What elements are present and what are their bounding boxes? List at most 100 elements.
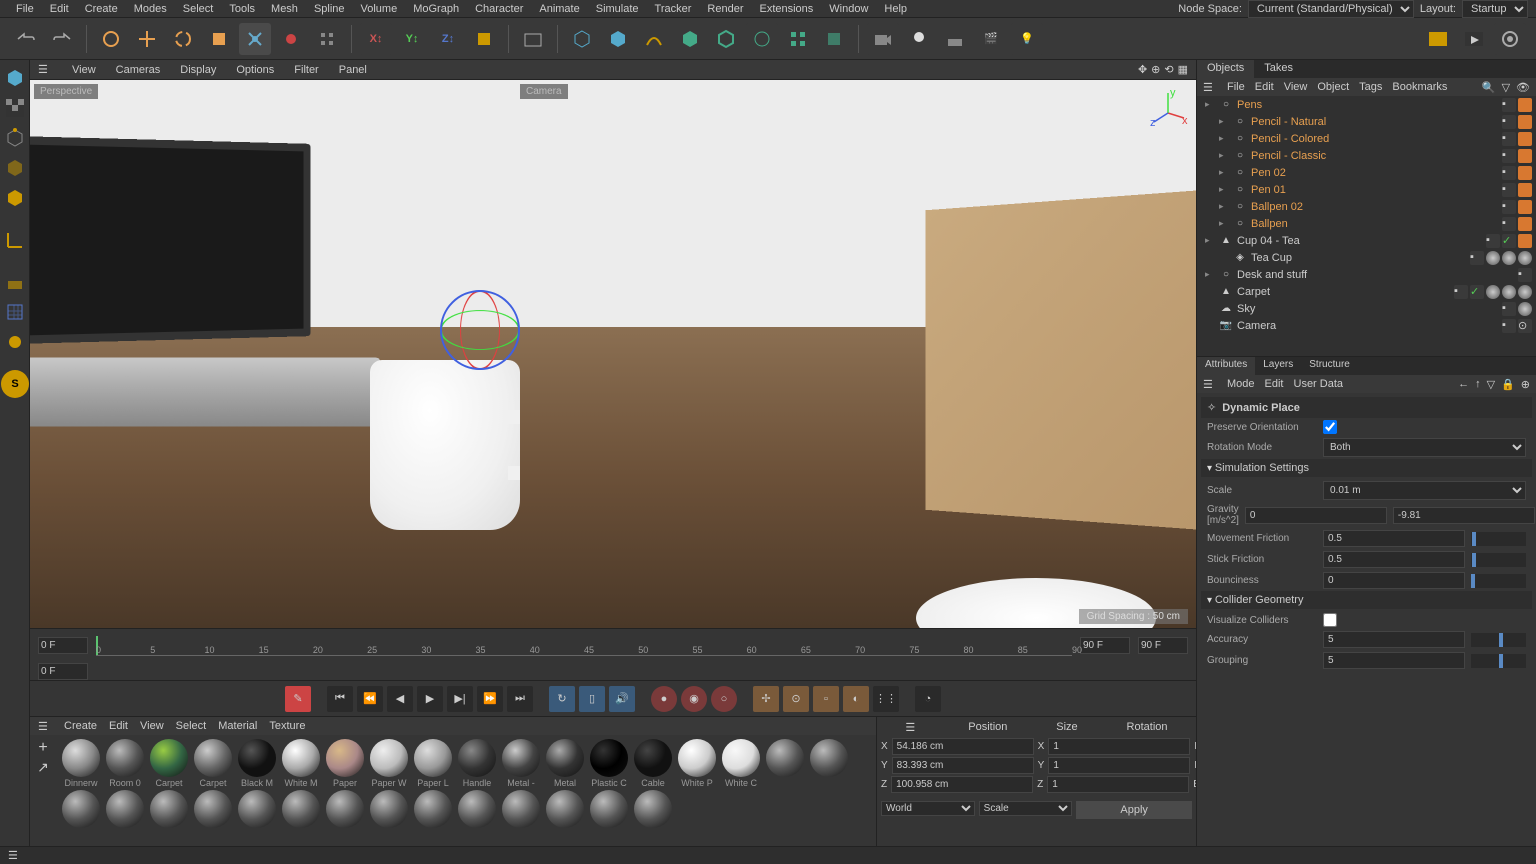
visibility-tag[interactable]: ▪ [1502, 98, 1516, 112]
material-item[interactable]: Paper W [368, 739, 410, 788]
gravity-x-input[interactable] [1245, 507, 1387, 524]
viewmenu-options[interactable]: Options [232, 62, 278, 78]
viewmenu-panel[interactable]: Panel [335, 62, 371, 78]
object-row[interactable]: ▸○Desk and stuff▪ [1197, 266, 1536, 283]
dynamics-tag[interactable] [1518, 183, 1532, 197]
point-mode-icon[interactable] [1, 124, 29, 152]
material-item[interactable] [104, 790, 146, 828]
menu-spline[interactable]: Spline [306, 1, 353, 17]
object-row[interactable]: ▸▲Cup 04 - Tea▪✓ [1197, 232, 1536, 249]
dynamics-tag[interactable] [1518, 149, 1532, 163]
dynamics-tag[interactable] [1518, 115, 1532, 129]
object-row[interactable]: ▸○Ballpen 02▪ [1197, 198, 1536, 215]
material-item[interactable] [148, 790, 190, 828]
material-item[interactable] [60, 790, 102, 828]
material-item[interactable]: Cable [632, 739, 674, 788]
menu-tracker[interactable]: Tracker [647, 1, 700, 17]
grouping-input[interactable] [1323, 652, 1465, 669]
pos-Z-input[interactable] [891, 776, 1033, 793]
tab-attributes[interactable]: Attributes [1197, 357, 1255, 375]
edge-mode-icon[interactable] [1, 154, 29, 182]
object-row[interactable]: ▸○Pencil - Natural▪ [1197, 113, 1536, 130]
tab-objects[interactable]: Objects [1197, 60, 1254, 78]
material-item[interactable] [368, 790, 410, 828]
next-key-button[interactable]: ⏩ [477, 686, 503, 712]
pos-Y-input[interactable] [892, 757, 1034, 774]
matmenu-view[interactable]: View [140, 720, 164, 732]
material-item[interactable] [764, 739, 806, 788]
material-item[interactable]: Carpet [148, 739, 190, 788]
goto-end-button[interactable]: ⏭ [507, 686, 533, 712]
visibility-tag[interactable]: ▪ [1454, 285, 1468, 299]
menu-file[interactable]: File [8, 1, 42, 17]
menu-modes[interactable]: Modes [126, 1, 175, 17]
z-axis-lock[interactable]: Z↕ [432, 23, 464, 55]
cube-solid-icon[interactable] [602, 23, 634, 55]
visibility-tag[interactable]: ▪ [1502, 217, 1516, 231]
material-tag[interactable] [1518, 251, 1532, 265]
redo-button[interactable] [46, 23, 78, 55]
expand-icon[interactable]: ↗ [32, 759, 54, 776]
generator-icon[interactable] [674, 23, 706, 55]
object-tree[interactable]: ▸○Pens▪▸○Pencil - Natural▪▸○Pencil - Col… [1197, 96, 1536, 356]
accuracy-input[interactable] [1323, 631, 1465, 648]
hamburger-icon[interactable]: ☰ [8, 849, 18, 862]
material-item[interactable]: Paper [324, 739, 366, 788]
timeline-start-input[interactable] [38, 637, 88, 654]
menu-animate[interactable]: Animate [531, 1, 587, 17]
material-item[interactable]: White P [676, 739, 718, 788]
movie-icon[interactable]: 🎬 [975, 23, 1007, 55]
menu-window[interactable]: Window [821, 1, 876, 17]
viewmenu-display[interactable]: Display [176, 62, 220, 78]
floor-icon[interactable] [939, 23, 971, 55]
filter-icon[interactable]: ▽ [1502, 81, 1510, 94]
viscoll-checkbox[interactable] [1323, 613, 1337, 627]
menu-extensions[interactable]: Extensions [751, 1, 821, 17]
sound-button[interactable]: 🔊 [609, 686, 635, 712]
material-item[interactable]: Dinnerw [60, 739, 102, 788]
timeline-current-input[interactable] [1138, 637, 1188, 654]
max-icon[interactable]: ⊕ [1521, 378, 1530, 391]
render-pv-button[interactable] [1458, 23, 1490, 55]
snap-icon[interactable] [1, 298, 29, 326]
stickfric-slider[interactable] [1471, 553, 1526, 567]
object-row[interactable]: ☁Sky▪ [1197, 300, 1536, 317]
place-tool[interactable] [239, 23, 271, 55]
preserve-checkbox[interactable] [1323, 420, 1337, 434]
viewmenu-filter[interactable]: Filter [290, 62, 322, 78]
timeline[interactable]: 051015202530354045505560657075808590 [30, 628, 1196, 662]
pan-icon[interactable]: ✥ [1138, 63, 1147, 76]
material-tag[interactable] [1502, 285, 1516, 299]
key-param-icon[interactable]: ◐ [843, 686, 869, 712]
object-row[interactable]: ▸○Pens▪ [1197, 96, 1536, 113]
enable-tag[interactable]: ✓ [1502, 234, 1516, 248]
zoom-icon[interactable]: ⊕ [1151, 63, 1160, 76]
objmenu-file[interactable]: File [1227, 81, 1245, 93]
visibility-tag[interactable]: ▪ [1470, 251, 1484, 265]
apply-button[interactable]: Apply [1076, 801, 1192, 819]
key-rot-icon[interactable]: ⊙ [783, 686, 809, 712]
bounce-input[interactable] [1323, 572, 1465, 589]
key-pos-icon[interactable]: ✢ [753, 686, 779, 712]
dynamics-tag[interactable] [1518, 98, 1532, 112]
tool-icon[interactable] [275, 23, 307, 55]
autokey-icon[interactable]: ✎ [285, 686, 311, 712]
deformer-icon[interactable] [710, 23, 742, 55]
material-item[interactable]: Black M [236, 739, 278, 788]
grouping-slider[interactable] [1471, 654, 1526, 668]
material-tag[interactable] [1486, 251, 1500, 265]
menu-mesh[interactable]: Mesh [263, 1, 306, 17]
coord-space-select[interactable]: World [881, 801, 975, 816]
object-row[interactable]: ▸○Pencil - Colored▪ [1197, 130, 1536, 147]
lock-icon[interactable]: 🔒 [1501, 378, 1515, 391]
render-view-button[interactable] [517, 23, 549, 55]
visibility-tag[interactable]: ▪ [1502, 319, 1516, 333]
tab-takes[interactable]: Takes [1254, 60, 1303, 78]
menu-simulate[interactable]: Simulate [588, 1, 647, 17]
size-X-input[interactable] [1048, 738, 1190, 755]
menu-edit[interactable]: Edit [42, 1, 77, 17]
material-item[interactable] [324, 790, 366, 828]
tab-layers[interactable]: Layers [1255, 357, 1301, 375]
material-item[interactable] [192, 790, 234, 828]
visibility-tag[interactable]: ▪ [1502, 302, 1516, 316]
